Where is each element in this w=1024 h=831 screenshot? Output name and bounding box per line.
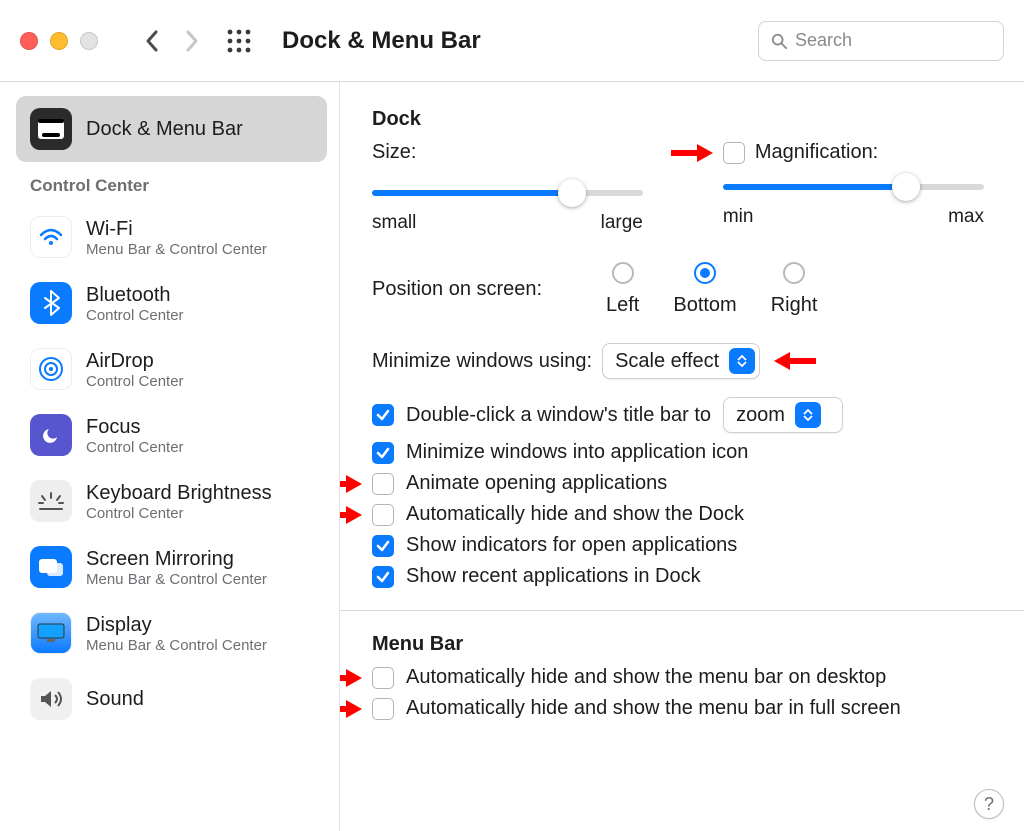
- focus-icon: [30, 414, 72, 456]
- sidebar-item-sound[interactable]: Sound: [16, 666, 327, 732]
- sidebar-section-header: Control Center: [16, 162, 327, 204]
- window-title: Dock & Menu Bar: [282, 27, 481, 55]
- position-bottom-radio[interactable]: Bottom: [673, 262, 736, 317]
- auto-hide-menubar-desktop-label: Automatically hide and show the menu bar…: [406, 666, 886, 689]
- screen-mirroring-icon: [30, 546, 72, 588]
- size-slider[interactable]: [372, 190, 643, 196]
- annotation-arrow-icon: [340, 698, 362, 720]
- animate-opening-checkbox[interactable]: [372, 473, 394, 495]
- show-recent-label: Show recent applications in Dock: [406, 565, 701, 588]
- auto-hide-menubar-fullscreen-checkbox[interactable]: [372, 698, 394, 720]
- position-right-radio[interactable]: Right: [771, 262, 818, 317]
- annotation-arrow-icon: [340, 473, 362, 495]
- position-bottom-label: Bottom: [673, 294, 736, 317]
- position-right-label: Right: [771, 294, 818, 317]
- display-icon: [30, 612, 72, 654]
- sidebar-item-sub: Menu Bar & Control Center: [86, 571, 267, 588]
- wifi-icon: [30, 216, 72, 258]
- sidebar-item-sub: Control Center: [86, 307, 184, 324]
- size-min-label: small: [372, 212, 416, 234]
- auto-hide-dock-label: Automatically hide and show the Dock: [406, 503, 744, 526]
- sidebar-item-label: Dock & Menu Bar: [86, 117, 243, 141]
- close-window-button[interactable]: [20, 32, 38, 50]
- sidebar-item-sub: Menu Bar & Control Center: [86, 241, 267, 258]
- sidebar-item-label: Display: [86, 613, 267, 637]
- sidebar-item-airdrop[interactable]: AirDrop Control Center: [16, 336, 327, 402]
- minimize-effect-value: Scale effect: [615, 350, 729, 373]
- sound-icon: [30, 678, 72, 720]
- double-click-label: Double-click a window's title bar to: [406, 404, 711, 427]
- size-label: Size:: [372, 141, 643, 164]
- annotation-arrow-icon: [340, 504, 362, 526]
- auto-hide-dock-checkbox[interactable]: [372, 504, 394, 526]
- sidebar-item-display[interactable]: Display Menu Bar & Control Center: [16, 600, 327, 666]
- minimize-into-icon-label: Minimize windows into application icon: [406, 441, 748, 464]
- section-divider: [340, 610, 1024, 611]
- minimize-into-icon-checkbox[interactable]: [372, 442, 394, 464]
- minimize-effect-select[interactable]: Scale effect: [602, 343, 760, 379]
- double-click-action-value: zoom: [736, 404, 795, 427]
- search-field[interactable]: [758, 21, 1004, 61]
- content-pane: Dock Size: small large Magnifica: [340, 82, 1024, 831]
- sidebar-item-wifi[interactable]: Wi-Fi Menu Bar & Control Center: [16, 204, 327, 270]
- sidebar-item-sub: Control Center: [86, 373, 184, 390]
- sidebar-item-sub: Control Center: [86, 439, 184, 456]
- sidebar-item-screen-mirroring[interactable]: Screen Mirroring Menu Bar & Control Cent…: [16, 534, 327, 600]
- position-left-label: Left: [606, 294, 639, 317]
- magnification-slider[interactable]: [723, 184, 984, 190]
- sidebar-item-label: Wi-Fi: [86, 217, 267, 241]
- annotation-arrow-icon: [669, 142, 713, 164]
- sidebar-item-label: Sound: [86, 687, 144, 711]
- sidebar-item-bluetooth[interactable]: Bluetooth Control Center: [16, 270, 327, 336]
- mag-min-label: min: [723, 206, 754, 228]
- sidebar-item-sub: Menu Bar & Control Center: [86, 637, 267, 654]
- auto-hide-menubar-desktop-checkbox[interactable]: [372, 667, 394, 689]
- sidebar-item-dock-menubar[interactable]: Dock & Menu Bar: [16, 96, 327, 162]
- sidebar-item-label: Focus: [86, 415, 184, 439]
- show-all-preferences-button[interactable]: [226, 28, 252, 54]
- auto-hide-menubar-fullscreen-label: Automatically hide and show the menu bar…: [406, 697, 901, 720]
- show-recent-checkbox[interactable]: [372, 566, 394, 588]
- sidebar-item-label: AirDrop: [86, 349, 184, 373]
- sidebar-item-sub: Control Center: [86, 505, 272, 522]
- sidebar-item-label: Bluetooth: [86, 283, 184, 307]
- search-input[interactable]: [795, 30, 991, 51]
- dock-menubar-icon: [30, 108, 72, 150]
- show-indicators-checkbox[interactable]: [372, 535, 394, 557]
- double-click-checkbox[interactable]: [372, 404, 394, 426]
- sidebar-item-focus[interactable]: Focus Control Center: [16, 402, 327, 468]
- mag-max-label: max: [948, 206, 984, 228]
- animate-opening-label: Animate opening applications: [406, 472, 667, 495]
- position-label: Position on screen:: [372, 278, 572, 301]
- position-left-radio[interactable]: Left: [606, 262, 639, 317]
- bluetooth-icon: [30, 282, 72, 324]
- sidebar-item-label: Screen Mirroring: [86, 547, 267, 571]
- annotation-arrow-icon: [340, 667, 362, 689]
- double-click-action-select[interactable]: zoom: [723, 397, 843, 433]
- sidebar-item-keyboard-brightness[interactable]: Keyboard Brightness Control Center: [16, 468, 327, 534]
- minimize-using-label: Minimize windows using:: [372, 350, 592, 373]
- airdrop-icon: [30, 348, 72, 390]
- toolbar: Dock & Menu Bar: [0, 0, 1024, 82]
- forward-button[interactable]: [178, 28, 204, 54]
- menubar-heading: Menu Bar: [372, 633, 984, 656]
- keyboard-brightness-icon: [30, 480, 72, 522]
- minimize-window-button[interactable]: [50, 32, 68, 50]
- chevron-up-down-icon: [795, 402, 821, 428]
- search-icon: [771, 32, 787, 50]
- dock-heading: Dock: [372, 108, 984, 131]
- sidebar: Dock & Menu Bar Control Center Wi-Fi Men…: [0, 82, 340, 831]
- chevron-up-down-icon: [729, 348, 755, 374]
- show-indicators-label: Show indicators for open applications: [406, 534, 737, 557]
- zoom-window-button[interactable]: [80, 32, 98, 50]
- back-button[interactable]: [140, 28, 166, 54]
- annotation-arrow-icon: [774, 350, 818, 372]
- window-controls: [20, 32, 98, 50]
- magnification-label: Magnification:: [755, 141, 878, 164]
- help-button[interactable]: ?: [974, 789, 1004, 819]
- size-max-label: large: [601, 212, 643, 234]
- sidebar-item-label: Keyboard Brightness: [86, 481, 272, 505]
- magnification-checkbox[interactable]: [723, 142, 745, 164]
